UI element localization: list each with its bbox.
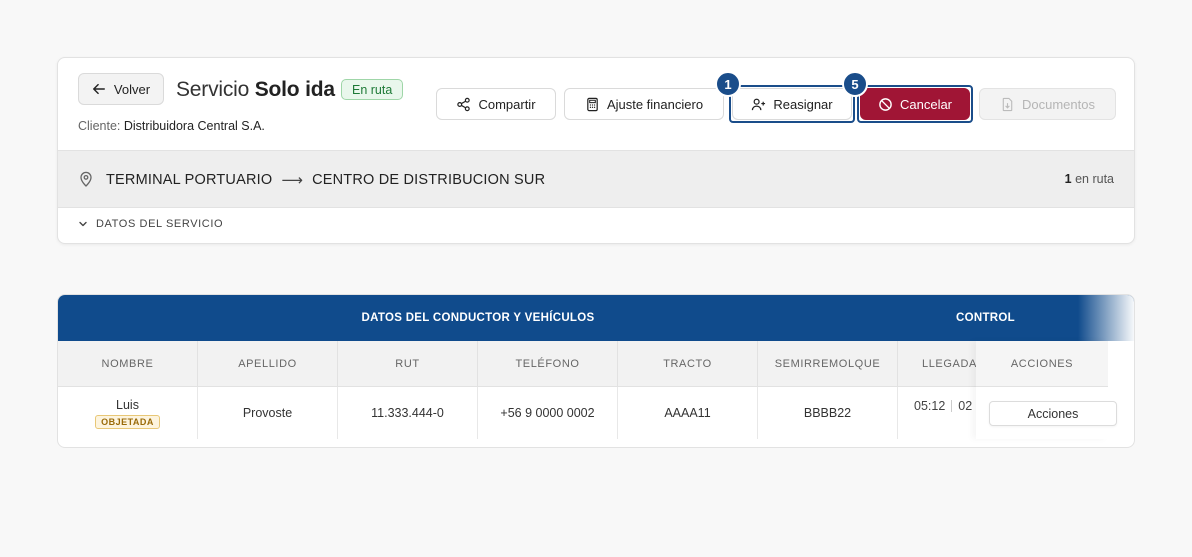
col-llegada: LLEGADA bbox=[898, 341, 978, 387]
route-origin: TERMINAL PORTUARIO bbox=[106, 172, 273, 188]
financial-adjust-label: Ajuste financiero bbox=[606, 96, 704, 112]
share-icon bbox=[457, 97, 471, 111]
user-plus-icon bbox=[752, 98, 766, 110]
back-label: Volver bbox=[113, 81, 151, 97]
documents-label: Documentos bbox=[1022, 96, 1095, 112]
group-control: CONTROL bbox=[956, 312, 1015, 324]
step-marker-reassign: 1 bbox=[715, 71, 741, 97]
document-download-icon bbox=[1002, 97, 1013, 111]
cell-telefono: +56 9 0000 0002 bbox=[478, 387, 618, 439]
header-fade bbox=[1078, 295, 1134, 341]
reassign-label: Reasignar bbox=[773, 96, 833, 112]
route-destination: CENTRO DE DISTRIBUCION SUR bbox=[312, 172, 546, 188]
title-prefix: Servicio bbox=[176, 78, 250, 101]
route-count: 1 en ruta bbox=[1065, 172, 1114, 186]
title-main: Solo ida bbox=[254, 78, 335, 101]
route-bar: TERMINAL PORTUARIO ⟶ CENTRO DE DISTRIBUC… bbox=[58, 150, 1134, 208]
actions-sticky-column: ACCIONES Acciones bbox=[976, 341, 1117, 439]
cell-rut: 11.333.444-0 bbox=[338, 387, 478, 439]
driver-name: Luis bbox=[116, 397, 139, 412]
status-badge: En ruta bbox=[341, 79, 404, 100]
client-line: Cliente: Distribuidora Central S.A. bbox=[78, 119, 265, 133]
client-name: Distribuidora Central S.A. bbox=[123, 119, 265, 133]
row-actions-button[interactable]: Acciones bbox=[989, 401, 1117, 426]
group-driver-vehicles: DATOS DEL CONDUCTOR Y VEHÍCULOS bbox=[361, 312, 595, 324]
arrival-time-1: 05:12 bbox=[914, 399, 946, 413]
col-apellido: APELLIDO bbox=[198, 341, 338, 387]
col-telefono: TELÉFONO bbox=[478, 341, 618, 387]
financial-adjust-button[interactable]: Ajuste financiero bbox=[564, 88, 724, 120]
route-count-label: en ruta bbox=[1075, 172, 1114, 186]
route-count-number: 1 bbox=[1064, 172, 1072, 186]
objection-badge: OBJETADA bbox=[95, 414, 160, 429]
cell-tracto: AAAA11 bbox=[618, 387, 758, 439]
calculator-icon bbox=[587, 97, 598, 111]
cancel-label: Cancelar bbox=[899, 96, 953, 112]
share-button[interactable]: Compartir bbox=[436, 88, 556, 120]
map-pin-icon bbox=[80, 171, 92, 187]
service-details-toggle[interactable]: DATOS DEL SERVICIO bbox=[78, 218, 223, 230]
back-button[interactable]: Volver bbox=[78, 73, 164, 105]
cancel-button[interactable]: Cancelar bbox=[860, 88, 970, 120]
col-acciones: ACCIONES bbox=[976, 341, 1108, 387]
arrow-left-icon bbox=[92, 83, 105, 95]
client-label: Cliente: bbox=[78, 119, 121, 133]
route-arrow: ⟶ bbox=[281, 172, 304, 189]
col-rut: RUT bbox=[338, 341, 478, 387]
col-nombre: NOMBRE bbox=[58, 341, 198, 387]
chevron-down-icon bbox=[79, 221, 87, 227]
share-label: Compartir bbox=[478, 96, 536, 112]
cell-nombre: Luis OBJETADA bbox=[58, 387, 198, 439]
arrival-time-2: 02 bbox=[958, 399, 973, 413]
documents-button[interactable]: Documentos bbox=[979, 88, 1116, 120]
table-group-header: DATOS DEL CONDUCTOR Y VEHÍCULOS CONTROL bbox=[58, 295, 1134, 341]
reassign-button[interactable]: Reasignar bbox=[732, 88, 852, 120]
col-tracto: TRACTO bbox=[618, 341, 758, 387]
step-marker-cancel: 5 bbox=[842, 71, 868, 97]
cell-llegada: 05:12 02 bbox=[898, 387, 978, 439]
ban-icon bbox=[879, 97, 892, 111]
cell-apellido: Provoste bbox=[198, 387, 338, 439]
cell-semirremolque: BBBB22 bbox=[758, 387, 898, 439]
service-details-label: DATOS DEL SERVICIO bbox=[96, 218, 224, 230]
arrival-times: 05:12 02 bbox=[914, 399, 972, 413]
drivers-table: DATOS DEL CONDUCTOR Y VEHÍCULOS CONTROL … bbox=[57, 294, 1135, 448]
service-card: Volver Servicio Solo ida En ruta Cliente… bbox=[57, 57, 1135, 244]
route-text: TERMINAL PORTUARIO ⟶ CENTRO DE DISTRIBUC… bbox=[106, 171, 545, 189]
page-title: Servicio Solo ida bbox=[176, 78, 335, 102]
time-separator bbox=[951, 400, 953, 412]
col-semirremolque: SEMIRREMOLQUE bbox=[758, 341, 898, 387]
